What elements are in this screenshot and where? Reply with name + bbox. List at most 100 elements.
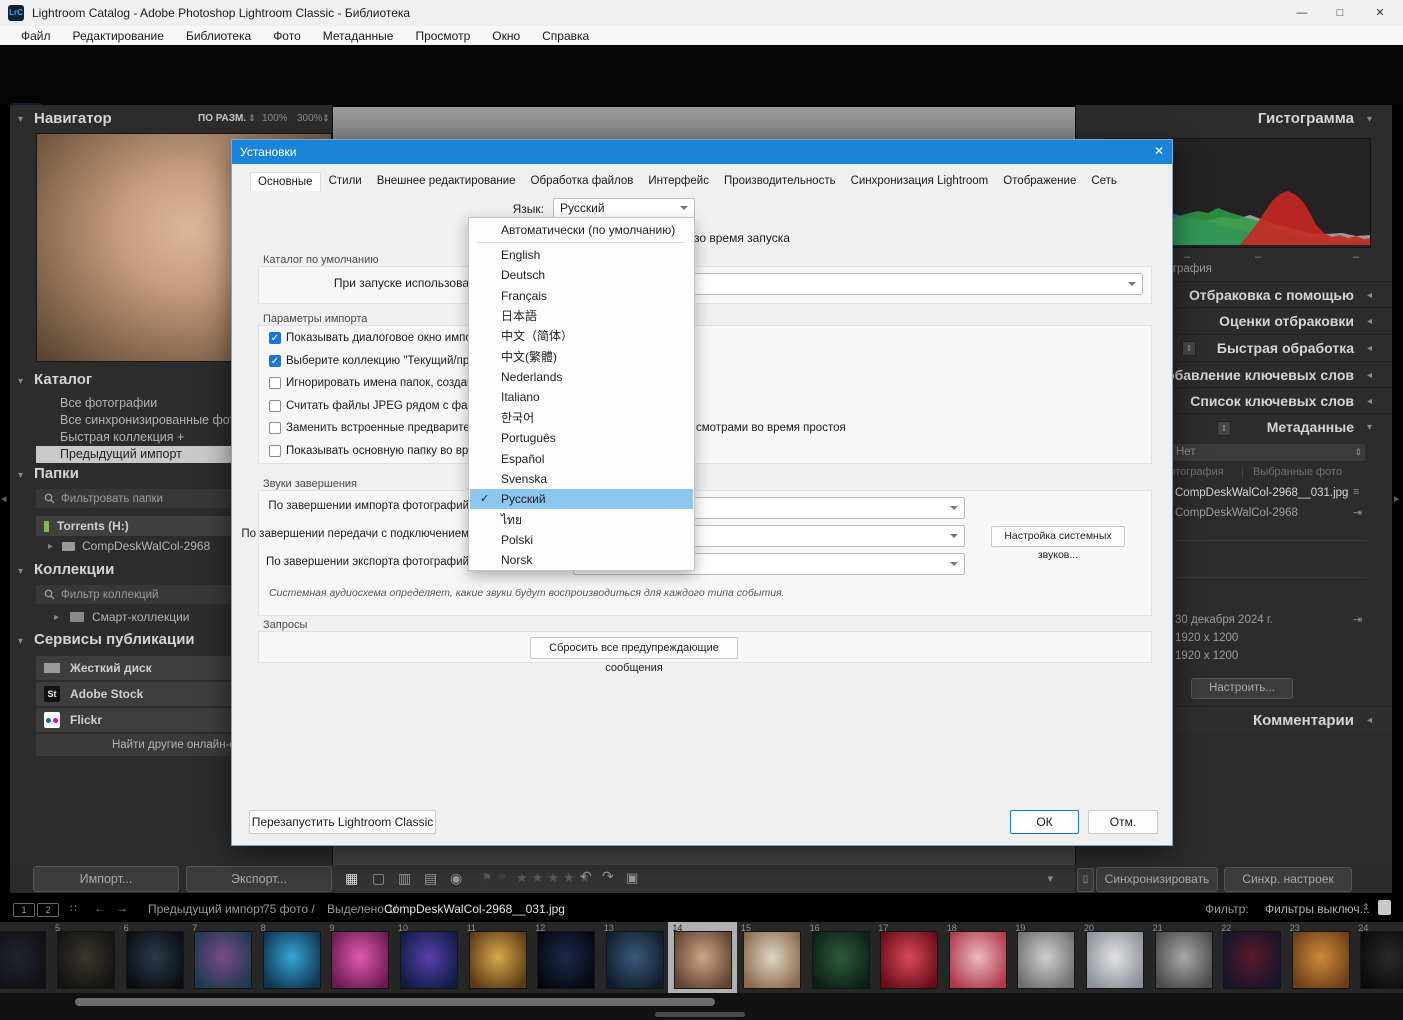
- smart-collections-expand-icon[interactable]: ▸: [54, 612, 59, 623]
- language-menu-item[interactable]: ไทย: [470, 510, 693, 530]
- filter-value[interactable]: Фильтры выключ...: [1265, 902, 1370, 916]
- dialog-tab[interactable]: Стили: [322, 172, 369, 191]
- filmstrip-cell[interactable]: 23: [1286, 922, 1355, 993]
- language-menu-item[interactable]: 한국어: [470, 408, 693, 428]
- filmstrip-thumbnail[interactable]: [743, 931, 801, 989]
- sync-lock-icon[interactable]: ▯: [1077, 868, 1094, 892]
- filmstrip-cell[interactable]: 15: [737, 922, 806, 993]
- language-menu-item[interactable]: 中文（简体）: [470, 326, 693, 346]
- language-menu-item[interactable]: Nederlands: [470, 367, 693, 387]
- filmstrip-cell[interactable]: 20: [1080, 922, 1149, 993]
- zoom-stepper-icon[interactable]: ⇕: [322, 113, 330, 124]
- collections-collapse-icon[interactable]: ▾: [18, 566, 23, 577]
- people-view-icon[interactable]: ◉: [450, 870, 462, 887]
- flag-reject-icon[interactable]: ⚑: [497, 871, 507, 884]
- language-menu-item[interactable]: Français: [470, 286, 693, 306]
- filmstrip-thumbnail[interactable]: [1223, 931, 1281, 989]
- filmstrip-thumbnail[interactable]: [880, 931, 938, 989]
- section-collapse-icon[interactable]: ◂: [1367, 343, 1372, 354]
- filmstrip-cell[interactable]: 9: [325, 922, 394, 993]
- ok-button[interactable]: ОК: [1010, 810, 1079, 834]
- catalog-title[interactable]: Каталог: [34, 371, 92, 388]
- dialog-tab[interactable]: Сеть: [1084, 172, 1124, 191]
- folders-collapse-icon[interactable]: ▾: [18, 470, 23, 481]
- back-icon[interactable]: ←: [94, 901, 106, 915]
- language-menu-item[interactable]: Português: [470, 428, 693, 448]
- filmstrip-cell[interactable]: 14: [668, 922, 737, 993]
- menubar-item[interactable]: Библиотека: [175, 29, 262, 43]
- publish-collapse-icon[interactable]: ▾: [18, 636, 23, 647]
- import-button[interactable]: Импорт...: [33, 866, 179, 892]
- dialog-tab[interactable]: Обработка файлов: [524, 172, 641, 191]
- filename-menu-icon[interactable]: ≡: [1353, 486, 1359, 498]
- filmstrip-cell[interactable]: 18: [943, 922, 1012, 993]
- filmstrip-thumbnail[interactable]: [469, 931, 527, 989]
- language-menu-item[interactable]: Deutsch: [470, 265, 693, 285]
- filmstrip-cell[interactable]: 19: [1011, 922, 1080, 993]
- metadata-copyname[interactable]: CompDeskWalCol-2968: [1175, 507, 1298, 519]
- fit-stepper-icon[interactable]: ⇕: [248, 113, 256, 124]
- loupe-view-icon[interactable]: ▢: [372, 870, 385, 887]
- menubar-item[interactable]: Просмотр: [404, 29, 481, 43]
- painter-tool-icon[interactable]: ▣: [626, 870, 638, 886]
- dialog-tab[interactable]: Внешнее редактирование: [370, 172, 523, 191]
- language-menu-item[interactable]: Svenska: [470, 469, 693, 489]
- import-option-checkbox[interactable]: [269, 445, 281, 457]
- menubar-item[interactable]: Редактирование: [62, 29, 175, 43]
- filmstrip-scrollbar[interactable]: [75, 998, 715, 1006]
- dialog-tab[interactable]: Основные: [250, 172, 321, 191]
- status-source[interactable]: Предыдущий импорт: [148, 902, 265, 916]
- filmstrip-cell[interactable]: 4: [0, 922, 51, 993]
- collections-title[interactable]: Коллекции: [34, 561, 114, 578]
- import-option-checkbox[interactable]: [269, 377, 281, 389]
- filmstrip-thumbnail[interactable]: [194, 931, 252, 989]
- import-option-checkbox[interactable]: ✓: [269, 355, 281, 367]
- language-menu-item[interactable]: Español: [470, 449, 693, 469]
- survey-view-icon[interactable]: ▤: [424, 870, 437, 887]
- filmstrip-thumbnail[interactable]: [126, 931, 184, 989]
- metadata-adjust-button[interactable]: Настроить...: [1191, 678, 1293, 699]
- metadata-capture-date[interactable]: 30 декабря 2024 г.: [1175, 614, 1273, 626]
- navigator-fit-mode[interactable]: ПО РАЗМ.: [198, 113, 246, 124]
- reset-warnings-button[interactable]: Сбросить все предупреждающие сообщения: [530, 637, 738, 659]
- filmstrip-cell[interactable]: 21: [1149, 922, 1218, 993]
- filmstrip-thumbnail[interactable]: [537, 931, 595, 989]
- section-collapse-icon[interactable]: ◂: [1367, 370, 1372, 381]
- language-menu-item[interactable]: English: [470, 245, 693, 265]
- histogram-collapse-icon[interactable]: ▾: [1367, 114, 1372, 125]
- language-menu-item[interactable]: 中文(繁體): [470, 347, 693, 367]
- section-collapse-icon[interactable]: ◂: [1367, 316, 1372, 327]
- metadata-filename[interactable]: CompDeskWalCol-2968__031.jpg: [1175, 487, 1348, 499]
- filmstrip-cell[interactable]: 16: [806, 922, 875, 993]
- grid-view-icon[interactable]: ▦: [345, 870, 358, 887]
- copyname-goto-icon[interactable]: ⇥: [1353, 506, 1362, 519]
- language-menu-item[interactable]: 日本語: [470, 306, 693, 326]
- folder-expand-icon[interactable]: ▸: [48, 541, 53, 552]
- publish-title[interactable]: Сервисы публикации: [34, 631, 195, 648]
- dialog-tab[interactable]: Интерфейс: [641, 172, 716, 191]
- language-menu-item[interactable]: Polski: [470, 530, 693, 550]
- forward-icon[interactable]: →: [116, 901, 128, 915]
- status-filename[interactable]: CompDeskWalCol-2968__031.jpg: [384, 902, 565, 916]
- flag-pick-icon[interactable]: ⚑: [482, 871, 492, 884]
- star-icon[interactable]: ★: [532, 870, 548, 885]
- dialog-tab[interactable]: Синхронизация Lightroom: [844, 172, 996, 191]
- import-option-checkbox[interactable]: [269, 400, 281, 412]
- export-button[interactable]: Экспорт...: [186, 866, 332, 892]
- navigator-zoom-300[interactable]: 300%: [297, 113, 323, 124]
- close-button-icon[interactable]: ✕: [1365, 2, 1395, 24]
- filmstrip-cell[interactable]: 12: [531, 922, 600, 993]
- menubar-item[interactable]: Файл: [10, 29, 62, 43]
- filmstrip-thumbnail[interactable]: [606, 931, 664, 989]
- navigator-zoom-100[interactable]: 100%: [262, 113, 288, 124]
- filmstrip-cell[interactable]: 5: [51, 922, 120, 993]
- filter-stepper-icon[interactable]: ⇕: [1362, 902, 1370, 913]
- rotate-right-icon[interactable]: ↷: [602, 868, 614, 885]
- filmstrip-cell[interactable]: 8: [257, 922, 326, 993]
- star-icon[interactable]: ★: [516, 870, 532, 885]
- filmstrip-thumbnail[interactable]: [812, 931, 870, 989]
- star-icon[interactable]: ★: [547, 870, 563, 885]
- minimize-button-icon[interactable]: —: [1287, 2, 1317, 24]
- filmstrip-thumbnail[interactable]: [263, 931, 321, 989]
- right-panel-toggle-icon[interactable]: ▸: [1394, 492, 1400, 505]
